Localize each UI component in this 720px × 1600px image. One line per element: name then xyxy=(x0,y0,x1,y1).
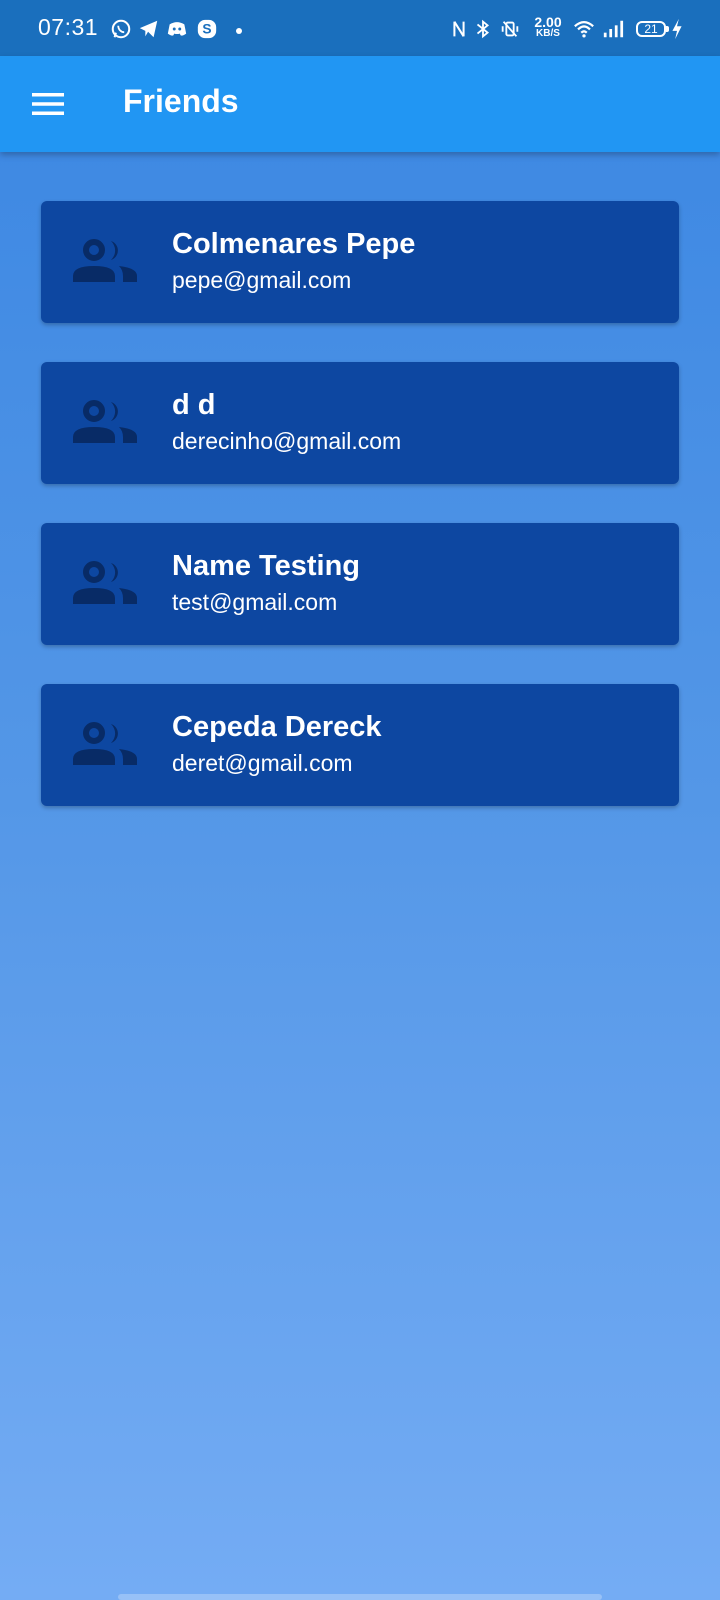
app-bar: Friends xyxy=(0,56,720,152)
friend-email: test@gmail.com xyxy=(172,589,338,615)
screen: 07:31 S 2.00 KB/S 21 Friends Colmenares … xyxy=(0,0,720,1600)
whatsapp-icon xyxy=(111,19,131,39)
svg-text:S: S xyxy=(202,22,211,37)
friend-name: d d xyxy=(172,389,216,421)
gesture-nav-handle[interactable] xyxy=(118,1594,602,1600)
battery-icon: 21 xyxy=(636,21,669,37)
menu-button[interactable] xyxy=(24,80,72,128)
friend-email: deret@gmail.com xyxy=(172,750,353,776)
charging-icon xyxy=(672,18,682,40)
people-icon xyxy=(73,239,137,282)
battery-level: 21 xyxy=(644,22,658,36)
people-icon xyxy=(73,722,137,765)
notification-dot xyxy=(236,28,242,34)
friend-email: derecinho@gmail.com xyxy=(172,428,402,454)
skype-icon: S xyxy=(197,19,217,39)
friend-name: Cepeda Dereck xyxy=(172,711,382,743)
people-icon xyxy=(73,561,137,604)
people-icon xyxy=(73,400,137,443)
friends-list: Colmenares Pepe pepe@gmail.com d d derec… xyxy=(41,201,679,845)
vibrate-icon xyxy=(501,21,519,37)
friend-card[interactable]: Name Testing test@gmail.com xyxy=(41,523,679,645)
friend-card[interactable]: Cepeda Dereck deret@gmail.com xyxy=(41,684,679,806)
bluetooth-icon xyxy=(476,19,490,39)
status-bar: 07:31 S 2.00 KB/S 21 xyxy=(0,0,720,56)
nfc-icon xyxy=(453,21,465,37)
friend-name: Colmenares Pepe xyxy=(172,228,416,260)
discord-icon xyxy=(167,22,187,36)
wifi-icon xyxy=(574,21,594,38)
friend-email: pepe@gmail.com xyxy=(172,267,352,293)
hamburger-menu-icon xyxy=(32,93,64,115)
signal-icon xyxy=(603,20,624,38)
network-speed: 2.00 KB/S xyxy=(532,14,564,40)
page-title: Friends xyxy=(123,83,239,119)
friend-name: Name Testing xyxy=(172,550,361,582)
telegram-icon xyxy=(139,20,158,38)
friend-card[interactable]: Colmenares Pepe pepe@gmail.com xyxy=(41,201,679,323)
friend-card[interactable]: d d derecinho@gmail.com xyxy=(41,362,679,484)
network-speed-unit: KB/S xyxy=(536,28,560,39)
status-time: 07:31 xyxy=(38,14,99,40)
network-speed-value: 2.00 xyxy=(534,14,562,30)
